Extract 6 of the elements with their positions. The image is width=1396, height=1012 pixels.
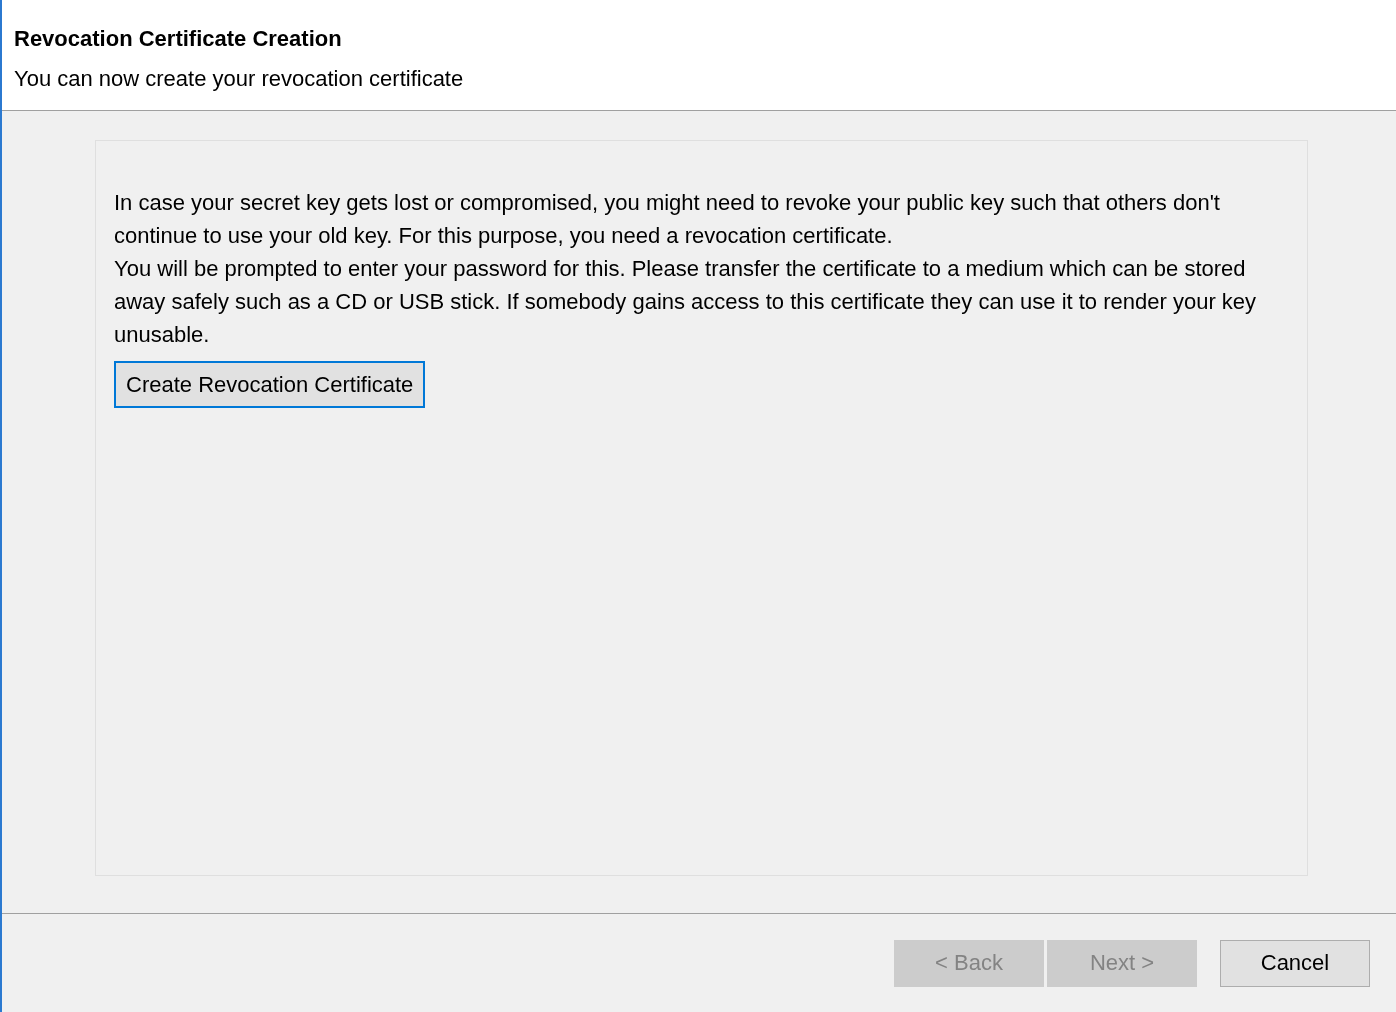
create-certificate-button[interactable]: Create Revocation Certificate — [114, 361, 426, 408]
page-subtitle: You can now create your revocation certificate — [14, 66, 465, 92]
wizard-button[interactable]: Cancel — [1220, 939, 1370, 987]
page-title: Revocation Certificate Creation — [14, 26, 343, 52]
description-text: You will be prompted to enter your password for this. Please transfer the certificate to a medium which can be stored away safely such as a CD or USB stick. If somebody gains access to this certificate they can use it to render your key unusable. — [114, 255, 1258, 349]
description-text: In case your secret key gets lost or compromised, you might need to revoke your public key such that others don't continue to use your old key. For this purpose, you need a revocation certificate. — [114, 189, 1221, 250]
